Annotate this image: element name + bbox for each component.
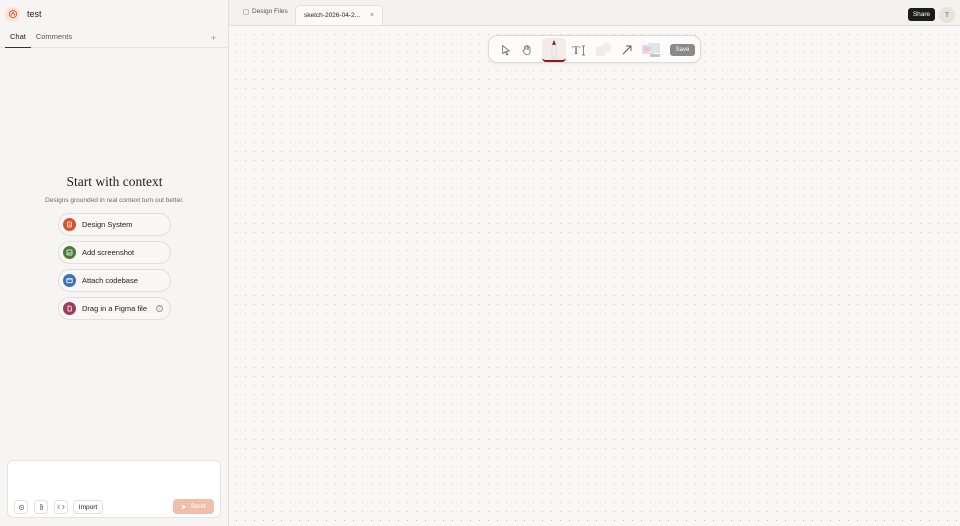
import-button[interactable]: Import xyxy=(73,500,103,514)
attach-codebase-button[interactable]: Attach codebase xyxy=(58,269,171,292)
design-system-button[interactable]: Design System xyxy=(58,213,171,236)
attach-codebase-label: Attach codebase xyxy=(82,276,138,285)
text-tool-glyph: T xyxy=(572,42,580,57)
help-icon[interactable]: ? xyxy=(156,305,163,312)
chat-composer[interactable]: Import Send xyxy=(7,460,221,518)
tab-sketch[interactable]: sketch-2026-04-2... × xyxy=(295,5,384,25)
add-screenshot-label: Add screenshot xyxy=(82,248,135,257)
design-system-icon xyxy=(63,218,76,231)
share-button[interactable]: Share xyxy=(908,8,935,21)
send-label: Send xyxy=(190,503,206,510)
drawing-toolbar: T Save xyxy=(488,35,701,63)
pen-icon[interactable] xyxy=(542,38,566,62)
settings-icon[interactable] xyxy=(14,500,28,514)
new-chat-button[interactable]: + xyxy=(211,33,216,43)
folder-icon xyxy=(243,9,249,15)
codebase-icon xyxy=(63,274,76,287)
figma-file-icon xyxy=(63,302,76,315)
context-title: Start with context xyxy=(66,174,163,189)
close-tab-icon[interactable]: × xyxy=(370,12,374,19)
screenshot-icon xyxy=(63,246,76,259)
project-name[interactable]: test xyxy=(27,9,42,19)
tab-chat[interactable]: Chat xyxy=(5,32,31,48)
user-avatar[interactable]: T xyxy=(939,7,955,23)
tab-sketch-label: sketch-2026-04-2... xyxy=(304,12,361,19)
code-icon[interactable] xyxy=(54,500,68,514)
tab-design-files[interactable]: Design Files xyxy=(243,8,288,15)
chat-tabs: Chat Comments + xyxy=(0,28,228,48)
paperclip-icon[interactable] xyxy=(34,500,48,514)
select-arrow-icon[interactable] xyxy=(497,41,515,59)
arrow-icon[interactable] xyxy=(618,41,636,59)
send-button[interactable]: Send xyxy=(173,499,214,514)
text-icon[interactable]: T xyxy=(570,41,588,59)
chat-panel: test Chat Comments + Start with context … xyxy=(0,0,229,526)
tab-design-files-label: Design Files xyxy=(252,8,288,15)
context-intro: Start with context Designs grounded in r… xyxy=(0,174,229,204)
project-header: test xyxy=(0,0,228,28)
sticky-note-icon[interactable] xyxy=(640,41,662,59)
canvas-area[interactable]: Design Files sketch-2026-04-2... × Share… xyxy=(229,0,960,526)
shape-color-icon[interactable] xyxy=(594,41,614,59)
save-button[interactable]: Save xyxy=(670,44,695,56)
file-tab-bar: Design Files sketch-2026-04-2... × Share… xyxy=(229,0,960,26)
hand-pan-icon[interactable] xyxy=(518,41,536,59)
send-icon xyxy=(181,504,187,509)
context-subtitle: Designs grounded in real context turn ou… xyxy=(45,197,184,204)
figma-file-button[interactable]: Drag in a Figma file ? xyxy=(58,297,171,320)
app-logo-icon[interactable] xyxy=(5,6,20,22)
add-screenshot-button[interactable]: Add screenshot xyxy=(58,241,171,264)
figma-file-label: Drag in a Figma file xyxy=(82,304,148,313)
tab-comments[interactable]: Comments xyxy=(31,32,77,47)
design-system-label: Design System xyxy=(82,220,133,229)
